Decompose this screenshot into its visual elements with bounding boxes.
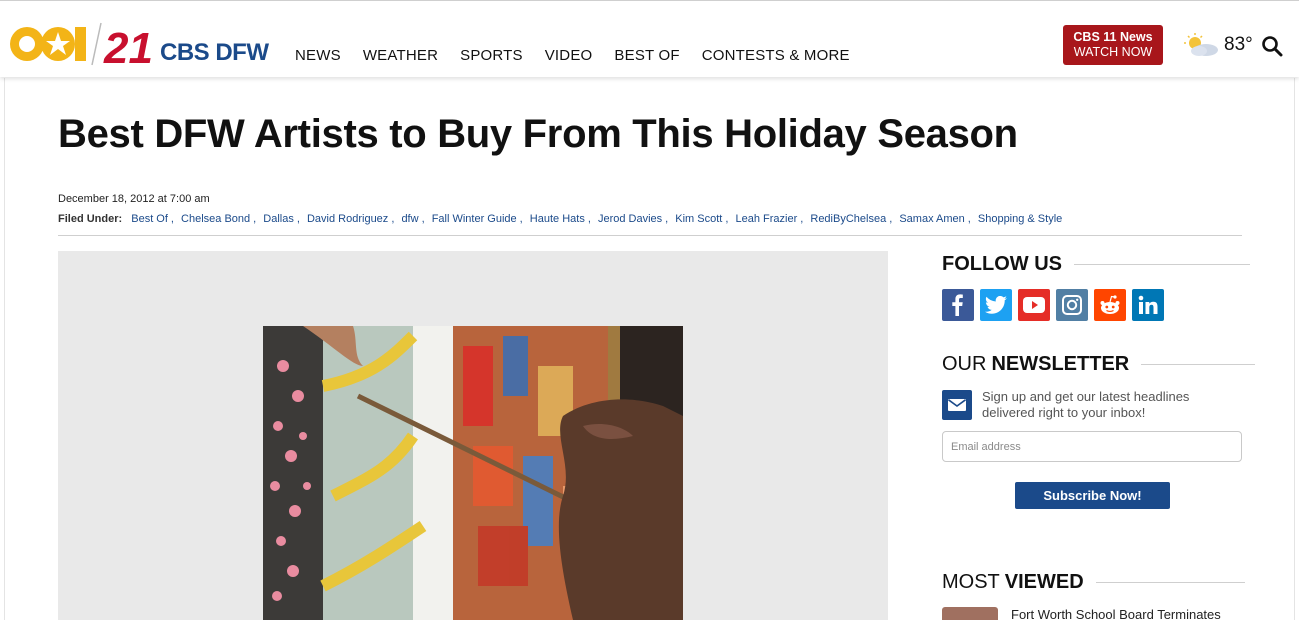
follow-us-heading: FOLLOW US — [942, 253, 1250, 276]
tag-link[interactable]: Best Of — [131, 213, 168, 225]
nav-weather[interactable]: WEATHER — [363, 47, 438, 64]
nav-news[interactable]: NEWS — [295, 47, 341, 64]
newsletter-heading: OUR NEWSLETTER — [942, 353, 1256, 376]
youtube-icon[interactable] — [1018, 289, 1050, 321]
watch-now-button[interactable]: CBS 11 News WATCH NOW — [1063, 25, 1163, 65]
site-header: 21 CBS DFW NEWS WEATHER SPORTS VIDEO BES… — [0, 0, 1299, 77]
filed-under-label: Filed Under: — [58, 213, 123, 225]
article-title: Best DFW Artists to Buy From This Holida… — [58, 112, 1018, 156]
tag-link[interactable]: Haute Hats — [530, 213, 585, 225]
most-viewed-heading: MOST VIEWED — [942, 571, 1245, 594]
tag-link[interactable]: Leah Frazier — [735, 213, 797, 225]
nav-contests-more[interactable]: CONTESTS & MORE — [702, 47, 850, 64]
weather-widget[interactable]: 83° — [1184, 33, 1253, 57]
search-icon[interactable] — [1261, 35, 1283, 57]
partly-cloudy-icon — [1184, 33, 1218, 56]
main-nav: NEWS WEATHER SPORTS VIDEO BEST OF CONTES… — [295, 47, 872, 64]
tag-link[interactable]: Chelsea Bond — [181, 213, 250, 225]
tag-link[interactable]: RediByChelsea — [810, 213, 886, 225]
nav-best-of[interactable]: BEST OF — [614, 47, 679, 64]
twitter-icon[interactable] — [980, 289, 1012, 321]
facebook-icon[interactable] — [942, 289, 974, 321]
reddit-icon[interactable] — [1094, 289, 1126, 321]
cbs-dfw-wordmark[interactable]: CBS DFW — [160, 39, 269, 67]
watch-station-label: CBS 11 News — [1073, 30, 1153, 44]
divider — [58, 235, 1242, 236]
tag-link[interactable]: Jerod Davies — [598, 213, 662, 225]
tag-link[interactable]: Samax Amen — [899, 213, 964, 225]
temperature: 83° — [1224, 34, 1253, 55]
newsletter-description: Sign up and get our latest headlines del… — [982, 389, 1190, 420]
svg-text:21: 21 — [103, 24, 153, 67]
watch-now-label: WATCH NOW — [1073, 45, 1153, 59]
social-links — [942, 289, 1164, 321]
tag-link[interactable]: dfw — [401, 213, 418, 225]
tag-link[interactable]: Shopping & Style — [978, 213, 1062, 225]
most-viewed-thumbnail[interactable] — [942, 607, 998, 620]
linkedin-icon[interactable] — [1132, 289, 1164, 321]
painting-photo[interactable] — [263, 326, 683, 620]
email-field[interactable] — [942, 431, 1242, 462]
tag-link[interactable]: Fall Winter Guide — [432, 213, 517, 225]
nav-sports[interactable]: SPORTS — [460, 47, 523, 64]
envelope-icon — [942, 390, 972, 420]
filed-under: Filed Under: Best Of, Chelsea Bond, Dall… — [58, 213, 1063, 225]
article-date: December 18, 2012 at 7:00 am — [58, 193, 210, 205]
nav-video[interactable]: VIDEO — [545, 47, 593, 64]
tag-link[interactable]: David Rodriguez — [307, 213, 388, 225]
tag-link[interactable]: Dallas — [263, 213, 294, 225]
most-viewed-headline[interactable]: Fort Worth School Board Terminates — [1011, 607, 1221, 620]
cbs-11-21-logo[interactable]: 21 — [6, 21, 166, 67]
tag-link[interactable]: Kim Scott — [675, 213, 722, 225]
instagram-icon[interactable] — [1056, 289, 1088, 321]
subscribe-button[interactable]: Subscribe Now! — [1015, 482, 1170, 509]
